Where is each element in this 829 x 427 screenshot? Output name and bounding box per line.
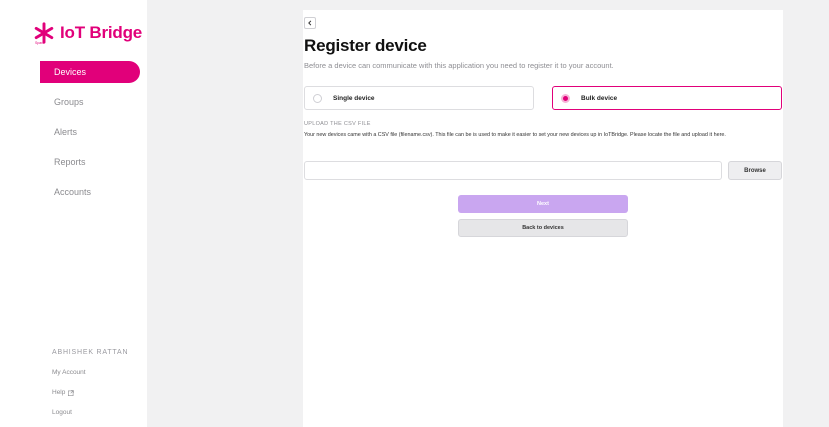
- sidebar-item-groups[interactable]: Groups: [0, 91, 147, 113]
- sidebar-item-label: Reports: [54, 157, 86, 167]
- bulk-device-option[interactable]: Bulk device: [552, 86, 782, 110]
- sidebar-item-accounts[interactable]: Accounts: [0, 181, 147, 203]
- option-label: Bulk device: [581, 94, 618, 102]
- sidebar: IoT Bridge Spark Devices Groups Alerts R…: [0, 0, 147, 427]
- page-title: Register device: [304, 36, 427, 55]
- sidebar-item-label: Groups: [54, 97, 84, 107]
- radio-checked-icon[interactable]: [561, 93, 570, 103]
- page-description: Before a device can communicate with thi…: [304, 61, 614, 70]
- sidebar-item-label: Alerts: [54, 127, 78, 137]
- upload-section-label: UPLOAD THE CSV FILE: [304, 121, 371, 127]
- sidebar-item-label: Accounts: [54, 187, 92, 197]
- back-to-devices-button[interactable]: Back to devices: [458, 219, 628, 237]
- my-account-link[interactable]: My Account: [52, 369, 128, 376]
- app-name: IoT Bridge: [60, 23, 143, 42]
- browse-button[interactable]: Browse: [728, 161, 782, 180]
- sidebar-item-devices[interactable]: Devices: [40, 61, 140, 83]
- sidebar-item-label: Devices: [54, 67, 87, 77]
- register-panel: Register device Before a device can comm…: [303, 10, 783, 427]
- logout-link[interactable]: Logout: [52, 409, 128, 416]
- radio-unchecked-icon[interactable]: [313, 93, 322, 103]
- user-name: ABHISHEK RATTAN: [52, 349, 129, 356]
- single-device-option[interactable]: Single device: [304, 86, 534, 110]
- app-logo[interactable]: IoT Bridge: [33, 22, 142, 44]
- sidebar-item-alerts[interactable]: Alerts: [0, 121, 147, 143]
- back-button[interactable]: [304, 17, 316, 29]
- help-link[interactable]: Help: [52, 389, 128, 396]
- upload-description: Your new devices came with a CSV file (f…: [304, 132, 726, 138]
- sidebar-nav: Devices Groups Alerts Reports Accounts: [0, 61, 147, 211]
- main-area: Register device Before a device can comm…: [147, 0, 829, 427]
- sub-brand: Spark: [35, 41, 45, 45]
- external-link-icon: [68, 389, 75, 396]
- chevron-left-icon: [308, 20, 312, 26]
- option-label: Single device: [333, 94, 375, 102]
- next-button[interactable]: Next: [458, 195, 628, 213]
- sidebar-item-reports[interactable]: Reports: [0, 151, 147, 173]
- csv-file-input[interactable]: [304, 161, 722, 180]
- user-block: ABHISHEK RATTAN My Account Help Logout: [52, 349, 128, 416]
